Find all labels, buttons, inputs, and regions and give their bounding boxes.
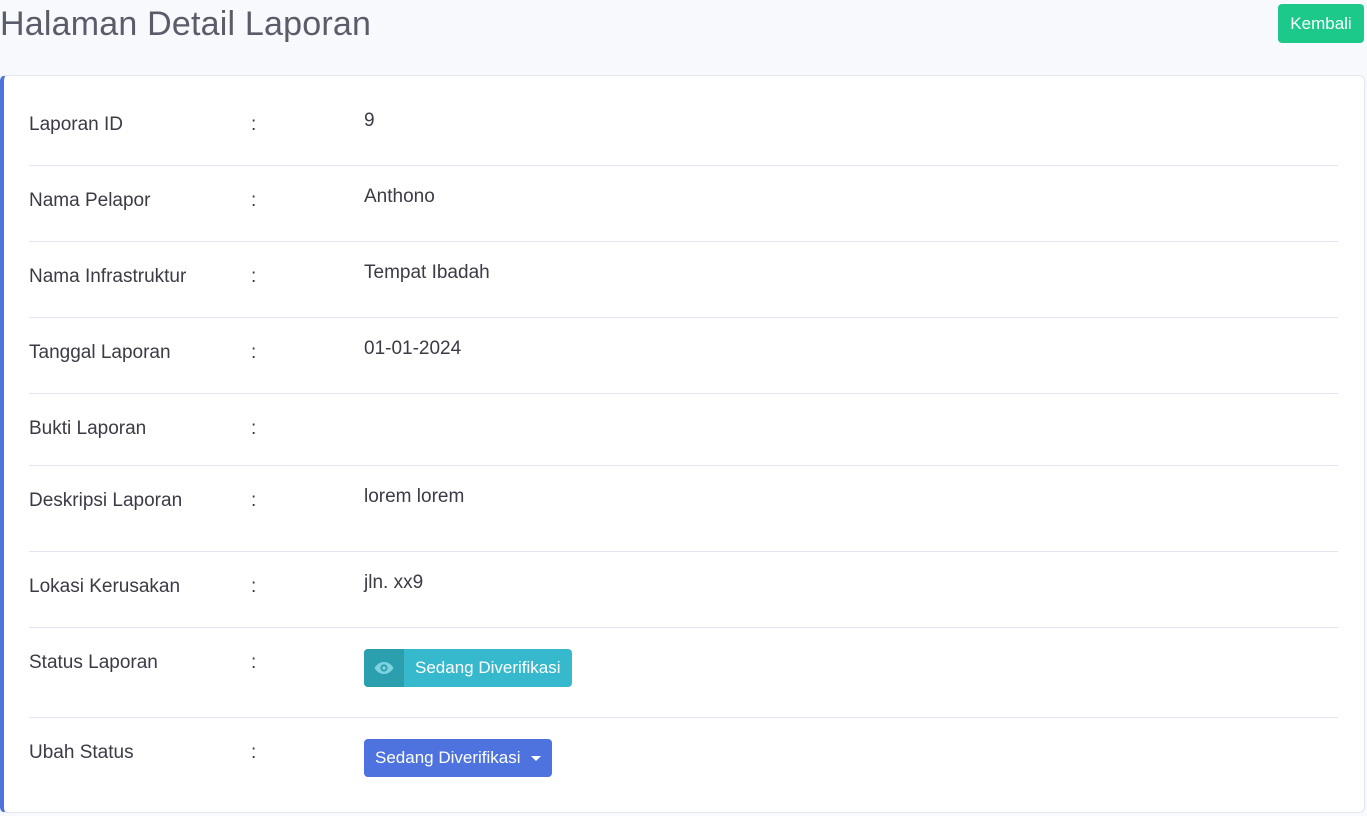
evidence-label: Bukti Laporan xyxy=(29,418,147,439)
colon-separator: : xyxy=(251,190,257,211)
colon-separator: : xyxy=(251,114,257,135)
location-value: jln. xx9 xyxy=(364,572,424,593)
eye-icon xyxy=(364,649,404,687)
infrastructure-name-label: Nama Infrastruktur xyxy=(29,266,187,287)
back-button[interactable]: Kembali xyxy=(1278,4,1364,43)
row-divider xyxy=(29,317,1338,318)
change-status-label: Ubah Status xyxy=(29,742,134,763)
change-status-selected: Sedang Diverifikasi xyxy=(375,748,521,767)
colon-separator: : xyxy=(251,576,257,597)
colon-separator: : xyxy=(251,418,257,439)
reporter-name-value: Anthono xyxy=(364,186,435,207)
location-label: Lokasi Kerusakan xyxy=(29,576,181,597)
report-id-value: 9 xyxy=(364,110,375,131)
colon-separator: : xyxy=(251,490,257,511)
colon-separator: : xyxy=(251,342,257,363)
report-id-label: Laporan ID xyxy=(29,114,124,135)
report-detail-card: Laporan ID : 9 Nama Pelapor : Anthono Na… xyxy=(0,75,1365,813)
colon-separator: : xyxy=(251,652,257,673)
colon-separator: : xyxy=(251,266,257,287)
page: Halaman Detail Laporan Kembali Laporan I… xyxy=(0,0,1367,816)
row-divider xyxy=(29,393,1338,394)
report-date-label: Tanggal Laporan xyxy=(29,342,171,363)
reporter-name-label: Nama Pelapor xyxy=(29,190,151,211)
infrastructure-name-value: Tempat Ibadah xyxy=(364,262,490,283)
description-value: lorem lorem xyxy=(364,486,465,507)
caret-down-icon xyxy=(530,755,541,761)
row-divider xyxy=(29,241,1338,242)
row-divider xyxy=(29,165,1338,166)
status-badge-text: Sedang Diverifikasi xyxy=(415,658,561,677)
status-label: Status Laporan xyxy=(29,652,158,673)
change-status-dropdown-button[interactable]: Sedang Diverifikasi xyxy=(364,739,552,777)
description-label: Deskripsi Laporan xyxy=(29,490,183,511)
colon-separator: : xyxy=(251,742,257,763)
row-divider xyxy=(29,717,1338,718)
status-badge: Sedang Diverifikasi xyxy=(364,649,572,687)
row-divider xyxy=(29,551,1338,552)
page-title: Halaman Detail Laporan xyxy=(0,5,372,43)
report-date-value: 01-01-2024 xyxy=(364,338,462,359)
row-divider xyxy=(29,465,1338,466)
row-divider xyxy=(29,627,1338,628)
